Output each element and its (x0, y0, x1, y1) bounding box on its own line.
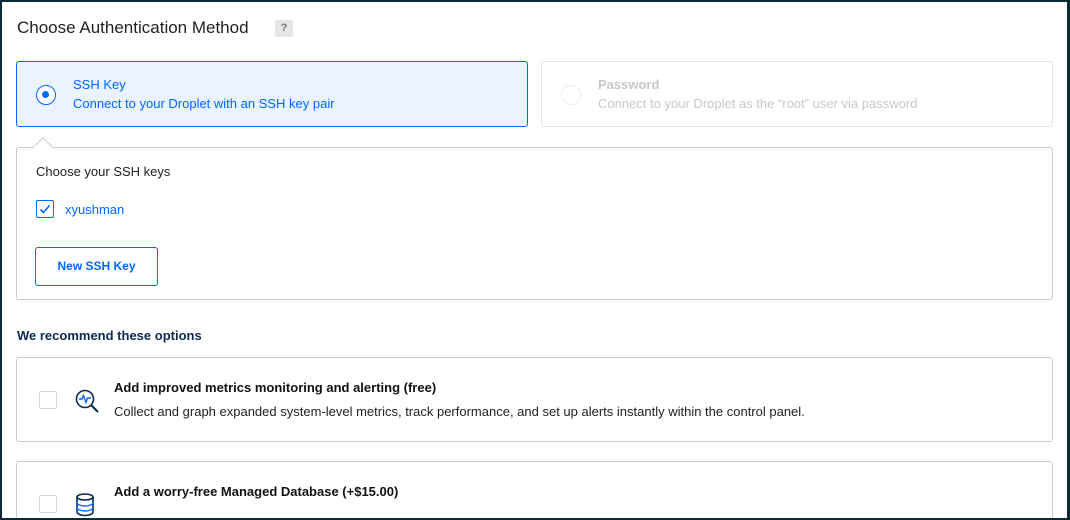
password-radio[interactable] (561, 85, 581, 105)
monitoring-checkbox[interactable] (39, 391, 57, 409)
ssh-key-name[interactable]: xyushman (65, 202, 124, 217)
password-subtitle: Connect to your Droplet as the “root” us… (598, 96, 918, 111)
help-icon[interactable]: ? (275, 20, 293, 37)
managed-database-checkbox[interactable] (39, 495, 57, 513)
page-title: Choose Authentication Method (17, 18, 249, 37)
recommend-heading: We recommend these options (17, 328, 202, 343)
ssh-key-radio[interactable] (36, 85, 56, 105)
new-ssh-key-button[interactable]: New SSH Key (35, 247, 158, 286)
ssh-key-title: SSH Key (73, 77, 126, 92)
managed-database-title: Add a worry-free Managed Database (+$15.… (114, 484, 399, 499)
ssh-key-subtitle: Connect to your Droplet with an SSH key … (73, 96, 335, 111)
option-managed-database[interactable]: Add a worry-free Managed Database (+$15.… (16, 461, 1053, 518)
checkmark-icon (39, 204, 51, 214)
auth-option-ssh-key[interactable]: SSH Key Connect to your Droplet with an … (16, 61, 528, 127)
ssh-keys-label: Choose your SSH keys (36, 164, 171, 179)
ssh-keys-panel: Choose your SSH keys xyushman New SSH Ke… (16, 147, 1053, 300)
page: Choose Authentication Method ? SSH Key C… (2, 2, 1067, 518)
password-title: Password (598, 77, 660, 92)
monitoring-description: Collect and graph expanded system-level … (114, 404, 805, 419)
ssh-key-checkbox[interactable] (36, 200, 54, 218)
option-monitoring[interactable]: Add improved metrics monitoring and aler… (16, 357, 1053, 442)
metrics-icon (74, 388, 102, 419)
auth-option-password[interactable]: Password Connect to your Droplet as the … (541, 61, 1053, 127)
monitoring-title: Add improved metrics monitoring and aler… (114, 380, 437, 395)
database-icon (74, 492, 96, 518)
